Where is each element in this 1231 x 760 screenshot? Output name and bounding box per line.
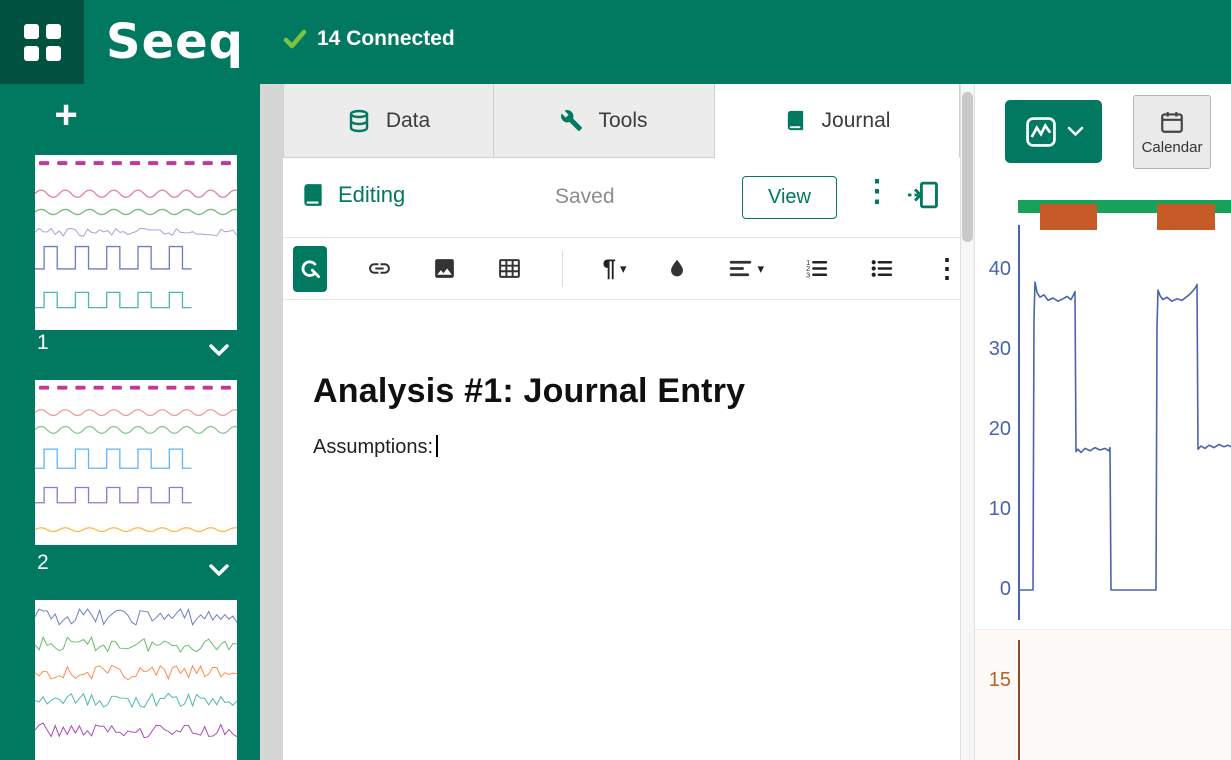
vertical-scrollbar-thumb[interactable] [962,92,973,242]
signal-line [1020,282,1231,590]
journal-editor[interactable]: Analysis #1: Journal Entry Assumptions: [283,300,960,760]
calendar-button-label: Calendar [1142,139,1203,156]
svg-text:3: 3 [806,270,810,279]
expand-panel-icon [904,176,942,214]
trend-panel: Calendar 40 30 20 10 0 15 [975,84,1231,760]
worksheet-thumbnail-chart [35,380,237,545]
y-axis-tick: 10 [975,498,1011,521]
toolbar-separator [562,251,563,287]
tab-data[interactable]: Data [283,84,494,158]
link-icon [367,256,392,281]
journal-icon [784,109,807,132]
trend-chart-icon [1024,115,1058,149]
tab-journal-label: Journal [822,109,891,133]
wrench-icon [560,109,583,132]
save-status: Saved [555,185,615,209]
worksheet-label: 2 [37,551,49,575]
worksheet-thumbnail-3[interactable] [35,600,237,760]
image-icon [432,256,457,281]
database-icon [347,109,371,133]
trend-chart[interactable] [1020,225,1231,620]
journal-edit-icon [300,182,326,208]
worksheet-thumbnail-1[interactable] [35,155,237,330]
journal-header: Editing Saved View ⋮ [283,158,960,238]
y-axis-line-bottom [1018,640,1020,760]
apps-menu-button[interactable] [0,0,84,84]
connection-status-label: 14 Connected [317,27,455,51]
editor-toolbar: ¶ ▾ ▾ 123 ⋮ [283,238,960,300]
align-button[interactable]: ▾ [728,256,764,281]
text-cursor [436,435,438,457]
add-worksheet-button[interactable]: + [46,96,86,136]
journal-body: Assumptions: [313,435,930,459]
ordered-list-icon: 123 [804,256,829,281]
y-axis-tick: 0 [975,578,1011,601]
worksheet-thumbnail-2[interactable] [35,380,237,545]
seeq-workbench: Seeq 14 Connected + 1 2 [0,0,1231,760]
paragraph-icon: ¶ [603,257,616,281]
view-button[interactable]: View [742,176,837,219]
ordered-list-button[interactable]: 123 [804,256,829,281]
paragraph-style-button[interactable]: ¶ ▾ [603,257,627,281]
y-axis-tick: 20 [975,418,1011,441]
tab-tools-label: Tools [598,109,647,133]
chart-type-button[interactable] [1005,100,1102,163]
insert-table-button[interactable] [497,256,522,281]
bullet-list-button[interactable] [869,256,894,281]
main-tab-bar: Data Tools Journal [283,84,960,158]
chevron-down-icon: ▾ [757,261,764,277]
worksheet-row-1: 1 [35,331,237,359]
chevron-down-icon: ▾ [620,261,627,277]
connection-status[interactable]: 14 Connected [283,27,455,51]
calendar-icon [1159,109,1185,135]
open-journal-panel-button[interactable] [904,176,942,219]
worksheet-sidebar: + 1 2 [0,84,260,760]
second-trend-lane[interactable]: 15 [975,629,1231,760]
seeq-logo[interactable]: Seeq [106,12,244,72]
tab-journal[interactable]: Journal [715,84,960,158]
journal-title: Analysis #1: Journal Entry [313,372,930,411]
worksheet-thumbnail-chart [35,155,237,330]
toolbar-overflow-menu[interactable]: ⋮ [934,253,960,284]
top-bar: Seeq 14 Connected [0,0,1231,84]
editing-label: Editing [338,182,405,208]
text-color-button[interactable] [666,257,688,281]
droplet-icon [666,257,688,281]
journal-overflow-menu[interactable]: ⋮ [862,174,886,209]
worksheet-row-2: 2 [35,551,237,579]
check-icon [283,27,307,51]
worksheet-thumbnail-chart [35,600,237,760]
seeq-swoosh-icon [297,256,323,282]
calendar-button[interactable]: Calendar [1133,95,1211,169]
chevron-down-icon [1067,126,1084,137]
y-axis-tick: 30 [975,338,1011,361]
apps-grid-icon [24,24,61,61]
worksheet-label: 1 [37,331,49,355]
insert-image-button[interactable] [432,256,457,281]
align-left-icon [728,256,753,281]
link-button[interactable] [367,256,392,281]
y-axis-tick: 40 [975,258,1011,281]
panel-divider [260,84,283,760]
chevron-down-icon[interactable] [209,559,229,583]
y-axis-tick: 15 [975,669,1011,692]
table-icon [497,256,522,281]
insert-seeq-link-button[interactable] [293,246,327,292]
tab-tools[interactable]: Tools [494,84,715,158]
chevron-down-icon[interactable] [209,339,229,363]
bullet-list-icon [869,256,894,281]
tab-data-label: Data [386,109,430,133]
editing-mode-indicator: Editing [300,182,405,208]
